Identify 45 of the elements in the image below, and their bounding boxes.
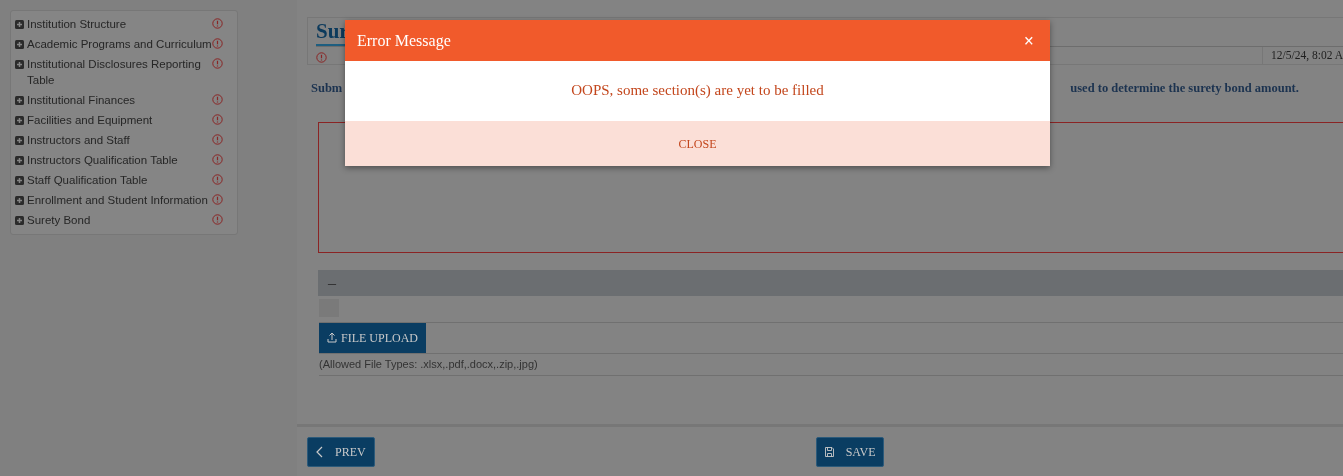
- prev-button[interactable]: PREV: [307, 436, 375, 467]
- alert-icon: [212, 134, 223, 145]
- upload-icon: [327, 332, 337, 344]
- alert-icon: [212, 94, 223, 105]
- instruction-text: Subm: [311, 80, 343, 97]
- alert-icon: [212, 214, 223, 225]
- alert-icon: [212, 18, 223, 29]
- alert-icon: [212, 114, 223, 125]
- expand-icon[interactable]: [15, 40, 24, 49]
- sidebar-item[interactable]: Institutional Finances: [24, 92, 212, 108]
- sidebar-item[interactable]: Enrollment and Student Information: [24, 192, 212, 208]
- sidebar-item[interactable]: Academic Programs and Curriculum: [24, 36, 212, 52]
- sidebar-item[interactable]: Instructors and Staff: [24, 132, 212, 148]
- alert-icon: [316, 52, 327, 64]
- sidebar-item[interactable]: Staff Qualification Table: [24, 172, 212, 188]
- expand-icon[interactable]: [15, 136, 24, 145]
- close-button[interactable]: CLOSE: [672, 133, 723, 154]
- expand-icon[interactable]: [15, 156, 24, 165]
- expand-icon[interactable]: [15, 60, 24, 69]
- expand-icon[interactable]: [15, 176, 24, 185]
- sidebar-item[interactable]: Institutional Disclosures Reporting Table: [24, 56, 212, 88]
- alert-icon: [212, 154, 223, 165]
- expand-icon[interactable]: [15, 20, 24, 29]
- chevron-left-icon: [316, 445, 323, 458]
- save-button[interactable]: SAVE: [815, 436, 885, 467]
- allowed-file-types: (Allowed File Types: .xlsx,.pdf,.docx,.zip,.jpg): [319, 355, 1343, 377]
- collapse-bar[interactable]: –: [318, 269, 1343, 296]
- alert-icon: [212, 174, 223, 185]
- expand-icon[interactable]: [15, 96, 24, 105]
- alert-icon: [212, 38, 223, 49]
- close-button[interactable]: ×: [1019, 31, 1038, 50]
- sidebar-item[interactable]: Facilities and Equipment: [24, 112, 212, 128]
- alert-icon: [212, 194, 223, 205]
- sidebar-item[interactable]: Surety Bond: [24, 212, 212, 228]
- alert-icon: [212, 58, 223, 69]
- expand-icon[interactable]: [15, 116, 24, 125]
- sidebar-item[interactable]: Instructors Qualification Table: [24, 152, 212, 168]
- expand-icon[interactable]: [15, 216, 24, 225]
- file-upload-button[interactable]: FILE UPLOAD: [319, 322, 426, 353]
- expand-icon[interactable]: [15, 196, 24, 205]
- dialog-title: Error Message: [357, 30, 451, 52]
- error-message: OOPS, some section(s) are yet to be filled: [571, 81, 824, 100]
- timestamp: 12/5/24, 8:02 A: [1262, 46, 1343, 65]
- sidebar-item[interactable]: Institution Structure: [24, 16, 212, 32]
- instruction-text: used to determine the surety bond amount.: [1070, 80, 1299, 97]
